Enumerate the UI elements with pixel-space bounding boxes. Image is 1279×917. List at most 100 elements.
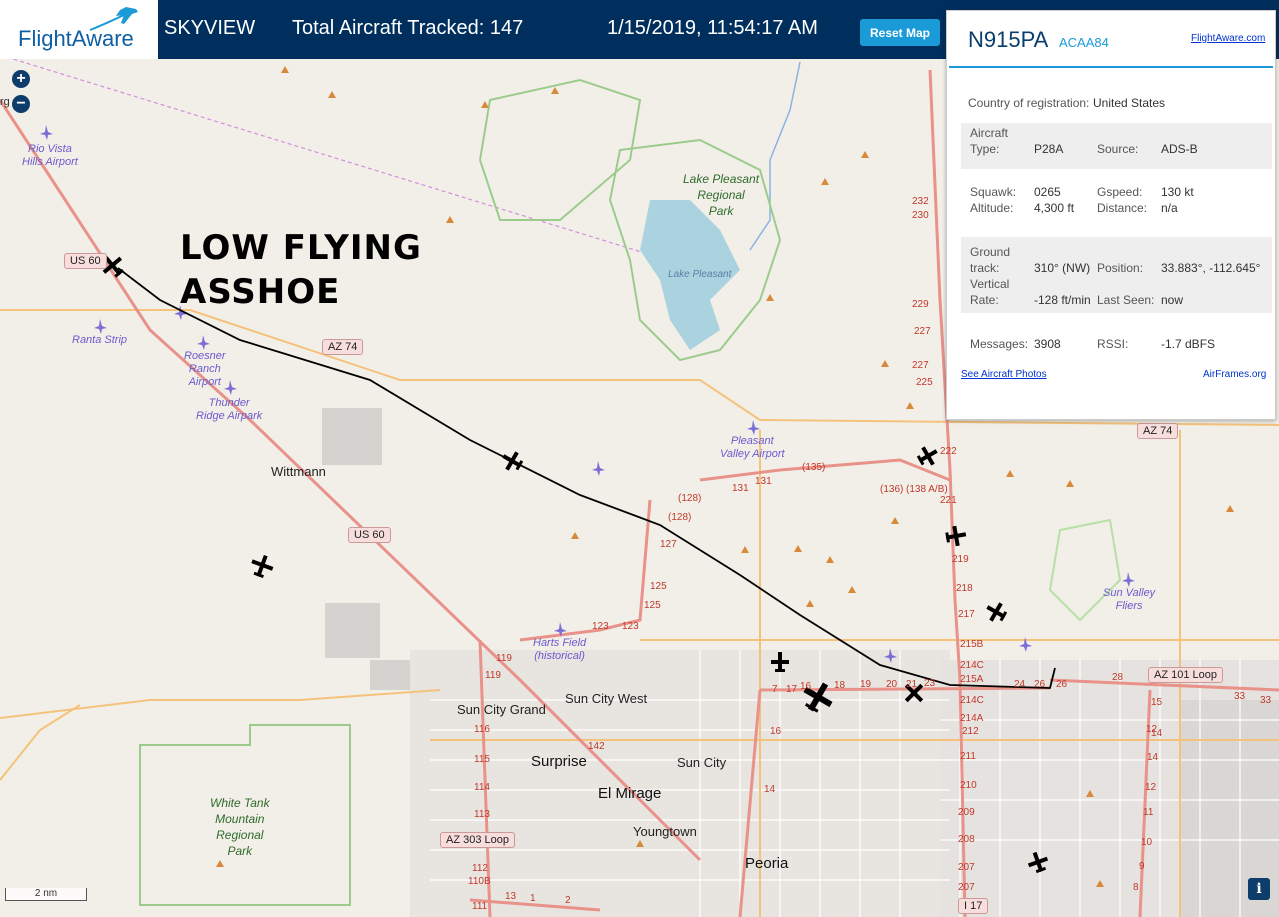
exit-label: 13 [505,891,517,902]
exit-label: 214A [960,713,984,724]
exit-label: 28 [1112,672,1124,683]
exit-label: 15 [1151,697,1163,708]
exit-label: 215A [960,674,984,685]
messages-label: Messages: [970,337,1029,351]
messages-value: 3908 [1034,337,1061,351]
exit-label: 222 [940,446,957,457]
exit-label: 21 [906,679,918,690]
squawk-label: Squawk: [970,185,1017,199]
exit-label: 218 [956,583,973,594]
park-label-white-tank: White Tank Mountain Regional Park [210,796,270,858]
info-icon[interactable]: i [1248,878,1270,900]
rssi-value: -1.7 dBFS [1161,337,1216,351]
exit-label: 26 [1034,679,1046,690]
squawk-value: 0265 [1034,185,1061,199]
airport-label-roesner: Roesner Ranch Airport [184,350,226,388]
exit-label: 24 [1014,679,1026,690]
last-seen-label: Last Seen: [1097,293,1155,307]
exit-label: 115 [474,754,490,765]
exit-label: 210 [960,780,977,791]
annotation-line-2: ASSHOE [180,272,341,312]
exit-label: (138 A/B) [906,484,948,495]
town-label-sun-city-grand: Sun City Grand [457,702,546,717]
exit-label: 16 [770,726,782,737]
aircraft-detail-panel: N915PA ACAA84 FlightAware.com Country of… [946,10,1276,420]
aircraft-icon[interactable] [982,598,1009,625]
exit-label: (135) [802,462,826,473]
zoom-in-icon[interactable]: + [12,70,30,88]
highway-shield-us60: US 60 [64,253,107,269]
exit-label: 207 [958,862,975,873]
highway-shield-i17: I 17 [958,898,989,914]
current-datetime: 1/15/2019, 11:54:17 AM [607,17,818,39]
exit-label: 9 [1139,861,1145,872]
aircraft-icon[interactable] [498,447,525,474]
exit-label: 17 [786,684,798,695]
town-label-sun-city-west: Sun City West [565,691,648,706]
city-label-surprise: Surprise [531,753,587,770]
annotation-line-1: LOW FLYING [180,228,422,268]
aircraft-type-label: Aircraft Type: [970,126,1009,156]
exit-label: 23 [924,678,936,689]
exit-label: 209 [958,807,975,818]
low-flying-annotation: LOW FLYING ASSHOE [180,226,422,314]
exit-label: 18 [834,680,846,691]
land-parcel [322,408,382,465]
exit-label: 8 [1133,882,1139,893]
rssi-label: RSSI: [1097,337,1129,351]
exit-label: 11 [1143,807,1154,818]
town-label-sun-city: Sun City [677,755,727,770]
site-name: SKYVIEW [164,17,256,39]
town-label-youngtown: Youngtown [633,824,697,839]
exit-label: 26 [1056,679,1068,690]
exit-label: 125 [644,600,661,611]
exit-label: 125 [650,581,667,592]
exit-label: 142 [588,741,605,752]
exit-label: 33 [1234,691,1246,702]
exit-label: 131 [732,483,749,494]
exit-label: 2 [565,895,571,906]
position-value: 33.883°, -112.645° [1161,261,1261,275]
exit-label: 212 [962,726,979,737]
aircraft-icon[interactable] [944,524,967,547]
exit-label: 230 [912,210,929,221]
exit-label: (136) [880,484,904,495]
flightaware-link[interactable]: FlightAware.com [1191,33,1265,44]
exit-label: 16 [800,681,812,692]
zoom-out-icon[interactable]: − [12,95,30,113]
vertical-rate-label: Vertical Rate: [970,277,1010,307]
exit-label: 219 [952,554,969,565]
scale-bar: 2 nm [5,888,87,901]
aircraft-registration: N915PA [968,27,1049,52]
exit-label: 114 [474,782,490,793]
aircraft-icon[interactable] [248,552,276,580]
source-label: Source: [1097,142,1139,156]
country-value: United States [1093,96,1166,110]
layer-fragment: rg [0,96,10,108]
last-seen-value: now [1161,293,1184,307]
aircraft-photos-link[interactable]: See Aircraft Photos [961,369,1047,380]
highway-shield-az101: AZ 101 Loop [1148,667,1223,683]
exit-label: 207 [958,882,975,893]
exit-label: 111 [472,901,488,912]
exit-label: 227 [914,326,931,337]
exit-label: 215B [960,639,984,650]
exit-label: 131 [755,476,772,487]
flightaware-logo[interactable]: FlightAware [0,0,158,59]
exit-label: 214C [960,660,984,671]
aircraft-icon[interactable] [914,442,941,469]
airframes-link[interactable]: AirFrames.org [1203,369,1266,380]
exit-label: 217 [958,609,975,620]
exit-label: 119 [496,653,512,664]
gspeed-label: Gspeed: [1097,185,1143,199]
country-label: Country of registration: [968,96,1090,110]
airport-label-pleasant-valley: Pleasant Valley Airport [720,435,785,460]
distance-value: n/a [1161,201,1178,215]
aircraft-hex-code: ACAA84 [1059,35,1109,50]
exit-label: 232 [912,196,929,207]
town-label-wittmann: Wittmann [271,464,326,479]
airport-label-harts-field: Harts Field (historical) [533,637,587,662]
exit-label: 225 [916,377,933,388]
reset-map-button[interactable]: Reset Map [860,19,940,46]
park-label-lake-pleasant: Lake Pleasant Regional Park [683,172,760,218]
